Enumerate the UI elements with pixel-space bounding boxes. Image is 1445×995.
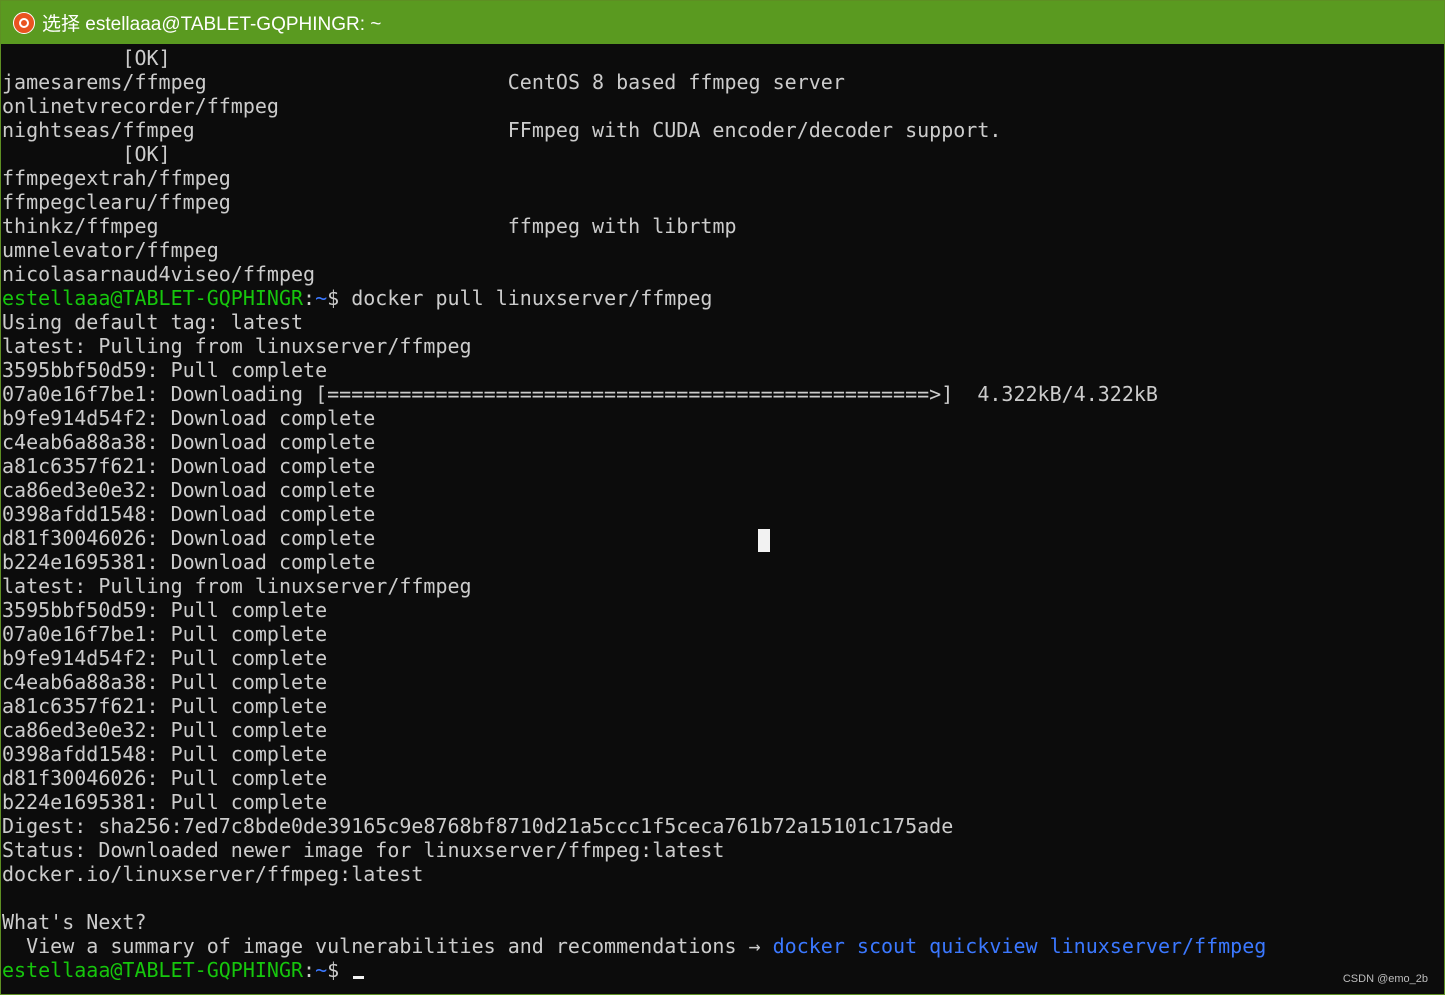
output-line: b224e1695381: Pull complete	[2, 790, 328, 814]
prompt-line: estellaaa@TABLET-GQPHINGR:~$	[2, 958, 1442, 982]
search-result-row: [OK]	[2, 142, 1442, 166]
command-text: docker pull linuxserver/ffmpeg	[351, 286, 713, 310]
search-result-name: nicolasarnaud4viseo/ffmpeg	[2, 262, 316, 286]
terminal-window: 选择 estellaaa@TABLET-GQPHINGR: ~ [OK] jame…	[0, 0, 1445, 995]
watermark: CSDN @emo_2b	[1342, 973, 1428, 985]
search-result-row: ffmpegclearu/ffmpeg	[2, 190, 1442, 214]
search-result-name: jamesarems/ffmpeg	[2, 70, 207, 94]
next-hint-text: View a summary of image vulnerabilities …	[2, 934, 773, 958]
title-bar[interactable]: 选择 estellaaa@TABLET-GQPHINGR: ~	[1, 1, 1444, 44]
search-result-row: jamesarems/ffmpeg CentOS 8 based ffmpeg …	[2, 70, 1442, 94]
output-line: latest: Pulling from linuxserver/ffmpeg	[2, 574, 472, 598]
search-result-row: onlinetvrecorder/ffmpeg	[2, 94, 1442, 118]
search-result-description: FFmpeg with CUDA encoder/decoder support…	[507, 118, 1002, 142]
output-line: d81f30046026: Download complete	[2, 526, 376, 550]
search-result-name: thinkz/ffmpeg	[2, 214, 159, 238]
search-result-status: [OK]	[2, 46, 171, 70]
output-line: Status: Downloaded newer image for linux…	[2, 838, 725, 862]
prompt-symbol: $	[327, 958, 340, 982]
search-result-name: onlinetvrecorder/ffmpeg	[2, 94, 279, 118]
output-line: 0398afdd1548: Download complete	[2, 502, 376, 526]
terminal-output[interactable]: [OK] jamesarems/ffmpeg CentOS 8 based ffm…	[2, 46, 1442, 991]
search-result-row: nicolasarnaud4viseo/ffmpeg	[2, 262, 1442, 286]
output-line: ca86ed3e0e32: Download complete	[2, 478, 376, 502]
prompt-path: ~	[315, 286, 328, 310]
output-line: a81c6357f621: Download complete	[2, 454, 376, 478]
output-line: b9fe914d54f2: Download complete	[2, 406, 376, 430]
output-line: 0398afdd1548: Pull complete	[2, 742, 328, 766]
output-line: docker.io/linuxserver/ffmpeg:latest	[2, 862, 424, 886]
next-hint-line: View a summary of image vulnerabilities …	[2, 934, 1442, 958]
output-line: 3595bbf50d59: Pull complete	[2, 358, 328, 382]
prompt-user-host: estellaaa@TABLET-GQPHINGR	[2, 286, 304, 310]
output-line: c4eab6a88a38: Download complete	[2, 430, 376, 454]
prompt-user-host: estellaaa@TABLET-GQPHINGR	[2, 958, 304, 982]
output-line: 3595bbf50d59: Pull complete	[2, 598, 328, 622]
search-result-row: thinkz/ffmpeg ffmpeg with librtmp	[2, 214, 1442, 238]
search-result-row: nightseas/ffmpeg FFmpeg with CUDA encode…	[2, 118, 1442, 142]
search-result-status: [OK]	[2, 142, 171, 166]
scout-command-link[interactable]: docker scout quickview linuxserver/ffmpe…	[773, 934, 1267, 958]
search-result-name: umnelevator/ffmpeg	[2, 238, 219, 262]
output-line: Digest: sha256:7ed7c8bde0de39165c9e8768b…	[2, 814, 954, 838]
prompt-symbol: $	[327, 286, 340, 310]
search-result-name: nightseas/ffmpeg	[2, 118, 195, 142]
output-line: ca86ed3e0e32: Pull complete	[2, 718, 328, 742]
mouse-text-cursor	[758, 529, 770, 552]
output-line: c4eab6a88a38: Pull complete	[2, 670, 328, 694]
prompt-line: estellaaa@TABLET-GQPHINGR:~$ docker pull…	[2, 286, 713, 310]
search-result-row: [OK]	[2, 46, 1442, 70]
output-line: What's Next?	[2, 910, 147, 934]
window-title: 选择 estellaaa@TABLET-GQPHINGR: ~	[42, 14, 382, 35]
output-line: a81c6357f621: Pull complete	[2, 694, 328, 718]
output-line: 07a0e16f7be1: Downloading [=============…	[2, 382, 1158, 406]
search-result-description: ffmpeg with librtmp	[507, 214, 737, 238]
search-result-name: ffmpegclearu/ffmpeg	[2, 190, 231, 214]
output-line: b224e1695381: Download complete	[2, 550, 376, 574]
search-result-row: umnelevator/ffmpeg	[2, 238, 1442, 262]
output-line: Using default tag: latest	[2, 310, 304, 334]
output-line: latest: Pulling from linuxserver/ffmpeg	[2, 334, 472, 358]
search-result-description: CentOS 8 based ffmpeg server	[507, 70, 845, 94]
output-line: 07a0e16f7be1: Pull complete	[2, 622, 328, 646]
search-result-name: ffmpegextrah/ffmpeg	[2, 166, 231, 190]
text-cursor	[353, 976, 365, 979]
prompt-path: ~	[315, 958, 328, 982]
output-line: d81f30046026: Pull complete	[2, 766, 328, 790]
search-result-row: ffmpegextrah/ffmpeg	[2, 166, 1442, 190]
ubuntu-icon[interactable]	[13, 11, 35, 34]
output-line: b9fe914d54f2: Pull complete	[2, 646, 328, 670]
